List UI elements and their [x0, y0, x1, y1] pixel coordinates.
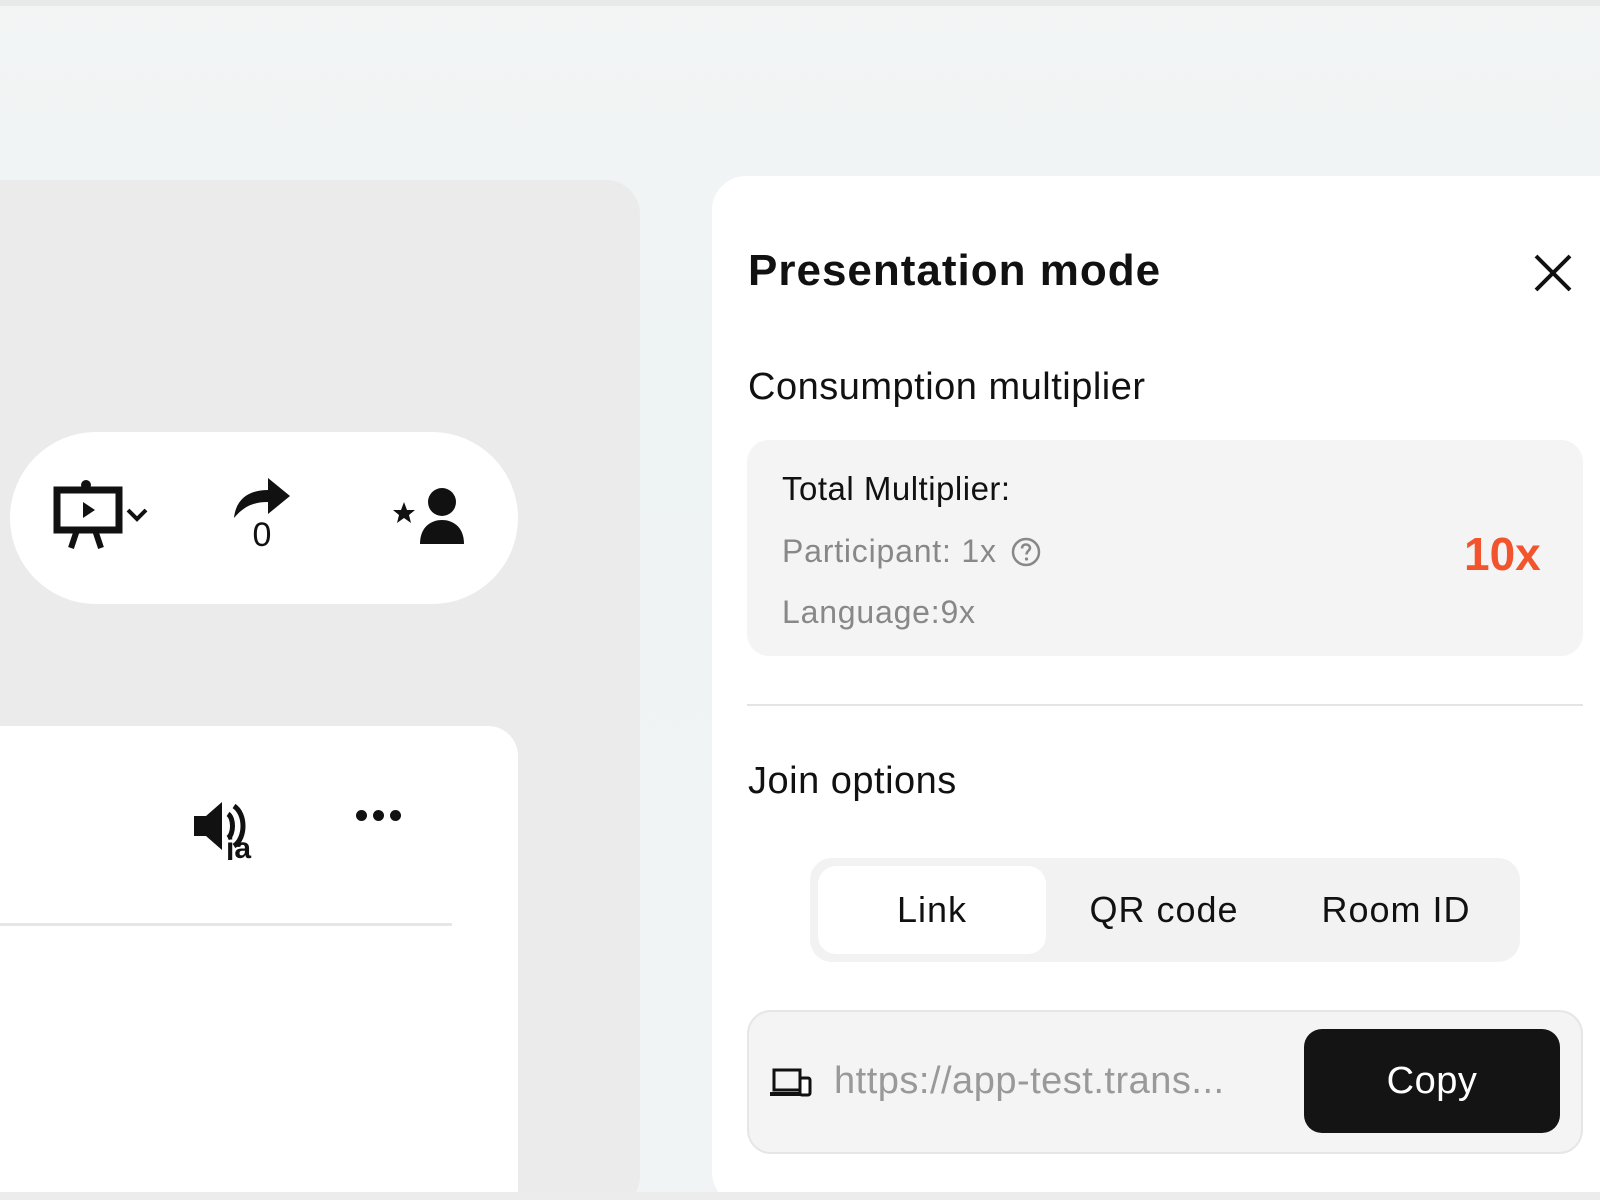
participant-multiplier-label: Participant: 1x [782, 533, 997, 569]
add-host-button[interactable] [392, 486, 472, 546]
panel-title: Presentation mode [748, 246, 1162, 295]
close-icon[interactable] [1530, 250, 1576, 296]
devices-icon [770, 1068, 812, 1097]
card-divider [0, 923, 452, 926]
bottom-border [0, 1192, 1600, 1200]
total-multiplier-label: Total Multiplier: [782, 470, 1011, 507]
more-options-button[interactable] [356, 810, 401, 821]
share-arrow-icon [234, 478, 290, 518]
top-border [0, 0, 1600, 6]
tab-link[interactable]: Link [818, 866, 1046, 954]
section-divider [747, 704, 1583, 706]
presentation-easel-icon [53, 480, 148, 549]
participant-multiplier: Participant: 1x [782, 533, 1041, 570]
total-multiplier-value: 10x [1464, 528, 1541, 580]
share-count: 0 [252, 516, 272, 554]
audio-language-button[interactable]: ja [192, 796, 272, 865]
dot [373, 810, 384, 821]
presentation-mode-button[interactable] [50, 480, 160, 550]
join-options-tabs: Link QR code Room ID [810, 858, 1520, 962]
star-person-icon [393, 488, 464, 544]
tab-qr-code[interactable]: QR code [1050, 866, 1278, 954]
dot [390, 810, 401, 821]
dot [356, 810, 367, 821]
language-badge: ja [225, 832, 251, 860]
speaker-icon: ja [194, 802, 251, 865]
share-button[interactable]: 0 [232, 474, 292, 555]
language-multiplier-label: Language:9x [782, 594, 976, 630]
join-link-url[interactable]: https://app-test.trans... [834, 1060, 1274, 1103]
join-options-heading: Join options [748, 760, 957, 802]
help-circle-icon[interactable] [1011, 537, 1041, 567]
consumption-multiplier-heading: Consumption multiplier [748, 366, 1146, 408]
tab-room-id[interactable]: Room ID [1282, 866, 1510, 954]
copy-link-button[interactable]: Copy [1304, 1029, 1560, 1133]
